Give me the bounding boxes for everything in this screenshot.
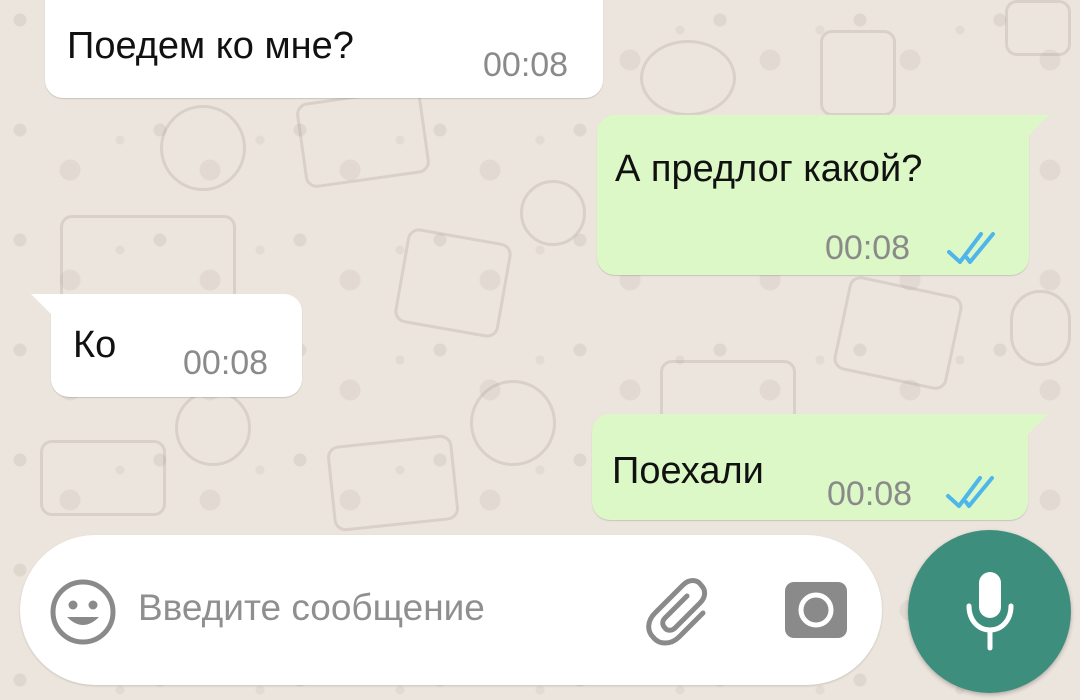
message-time: 00:08 (483, 46, 569, 84)
read-receipt-icon (946, 476, 994, 508)
message-bubble-outgoing[interactable]: Поехали 00:08 (592, 414, 1048, 520)
message-composer[interactable]: Введите сообщение (20, 535, 882, 685)
message-time: 00:08 (183, 344, 269, 382)
message-bubble-incoming[interactable]: Ко 00:08 (31, 294, 302, 397)
message-text: Поехали (612, 450, 764, 492)
paperclip-icon[interactable] (645, 577, 719, 651)
read-receipt-icon (947, 232, 995, 264)
message-bubble-incoming[interactable]: Поедем ко мне? 00:08 (45, 0, 603, 98)
message-text: А предлог какой? (615, 148, 923, 190)
emoji-icon[interactable] (48, 577, 118, 647)
message-text: Поедем ко мне? (67, 25, 354, 67)
message-time: 00:08 (825, 229, 911, 267)
voice-record-button[interactable] (908, 530, 1071, 693)
microphone-icon (966, 572, 1014, 651)
camera-icon[interactable] (783, 578, 849, 642)
message-input[interactable]: Введите сообщение (138, 587, 485, 629)
message-bubble-outgoing[interactable]: А предлог какой? 00:08 (597, 115, 1049, 275)
message-time: 00:08 (827, 475, 913, 513)
message-text: Ко (73, 324, 117, 366)
